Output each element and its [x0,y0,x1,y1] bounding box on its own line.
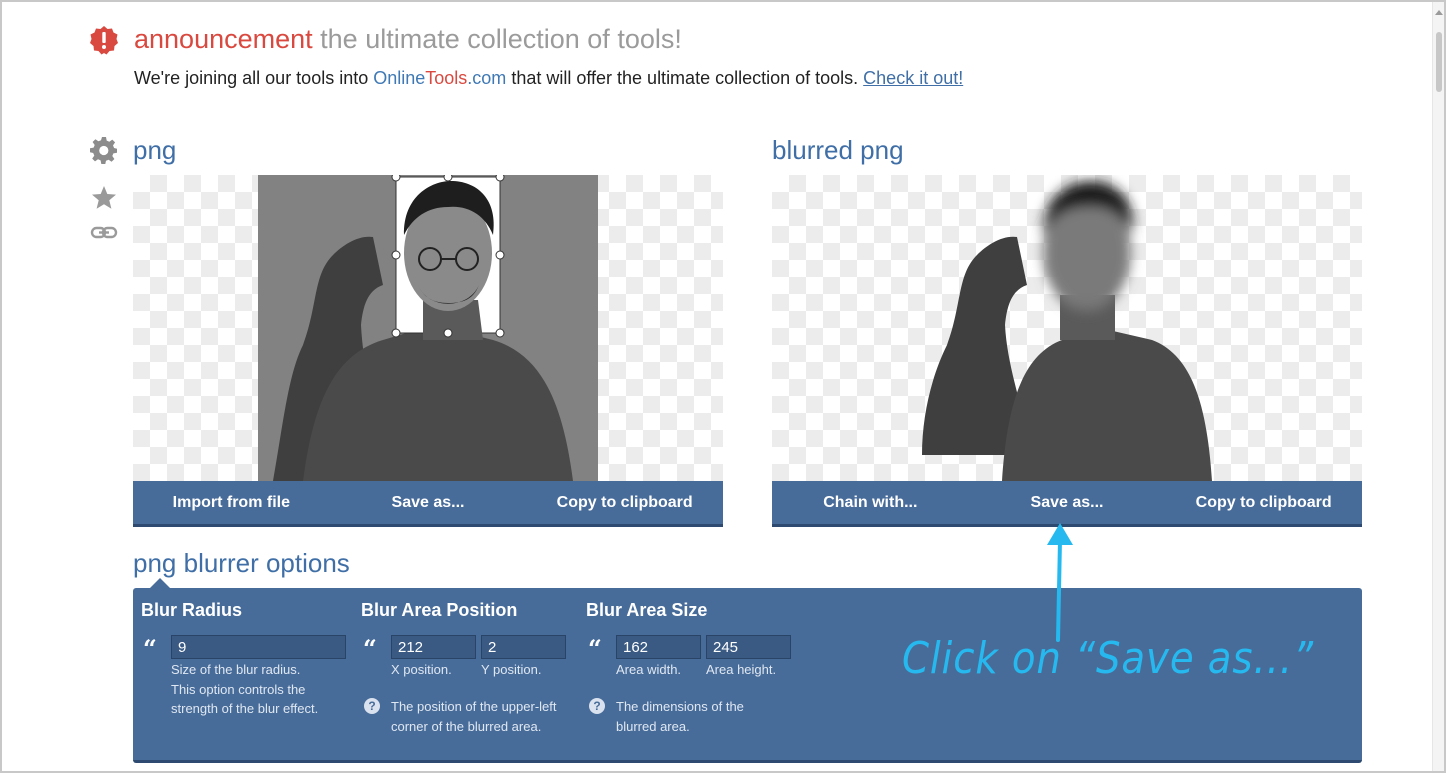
scroll-up-arrow[interactable] [1435,10,1443,15]
star-icon[interactable] [89,183,119,213]
options-notch [150,578,170,588]
options-title: png blurrer options [133,548,350,578]
annotation-arrow-icon [1047,523,1073,642]
chain-with-button[interactable]: Chain with... [772,481,969,524]
import-from-file-button[interactable]: Import from file [133,481,330,524]
blur-area-size-help-1: The dimensions of the [616,699,744,714]
blur-radius-title: Blur Radius [141,600,243,620]
announcement-text-after: that will offer the ultimate collection … [506,68,864,88]
area-width-label: Area width. [616,662,682,677]
blur-area-width-input[interactable] [616,635,701,659]
blur-radius-input[interactable] [171,635,346,659]
alert-icon [90,26,118,55]
input-save-as-button[interactable]: Save as... [330,481,527,524]
announcement-title: announcement the ultimate collection of … [134,24,682,55]
input-image-canvas[interactable] [133,175,723,481]
scrollbar[interactable] [1432,2,1444,771]
quote-icon: “ [363,634,377,663]
area-height-label: Area height. [706,662,777,677]
brand-tools: Tools [425,68,468,88]
scroll-thumb[interactable] [1436,32,1442,92]
check-it-out-link[interactable]: Check it out! [863,68,963,88]
blur-radius-hint-1: Size of the blur radius. [171,662,301,677]
announcement-text: We're joining all our tools into OnlineT… [134,68,963,89]
quote-icon: “ [588,634,602,663]
link-icon[interactable] [89,218,119,248]
input-button-bar: Import from file Save as... Copy to clip… [133,481,723,527]
blur-radius-hint-2: This option controls the [171,682,306,697]
output-copy-to-clipboard-button[interactable]: Copy to clipboard [1165,481,1362,524]
blur-area-size-title: Blur Area Size [586,600,708,620]
brand-online: Online [373,68,426,88]
x-position-label: X position. [391,662,452,677]
y-position-label: Y position. [481,662,542,677]
annotation-text: Click on “Save as...” [902,633,1314,684]
brand-com: .com [467,68,507,88]
blur-x-position-input[interactable] [391,635,476,659]
announcement-text-before: We're joining all our tools into [134,68,374,88]
blur-area-height-input[interactable] [706,635,791,659]
output-panel-title: blurred png [772,135,904,165]
help-icon: ? [364,698,380,714]
output-image-canvas[interactable] [772,175,1362,481]
input-copy-to-clipboard-button[interactable]: Copy to clipboard [526,481,723,524]
blur-radius-hint-3: strength of the blur effect. [171,701,319,716]
input-panel-title: png [133,135,177,165]
blur-area-position-help-2: corner of the blurred area. [391,719,542,734]
blur-area-position-help-1: The position of the upper-left [391,699,557,714]
help-icon: ? [589,698,605,714]
quote-icon: “ [143,634,157,663]
announcement-headline: the ultimate collection of tools! [320,24,682,54]
gear-icon[interactable] [89,135,119,165]
blur-area-size-help-2: blurred area. [616,719,690,734]
blur-y-position-input[interactable] [481,635,566,659]
announcement-label: announcement [134,24,313,54]
blur-area-position-title: Blur Area Position [361,600,518,620]
